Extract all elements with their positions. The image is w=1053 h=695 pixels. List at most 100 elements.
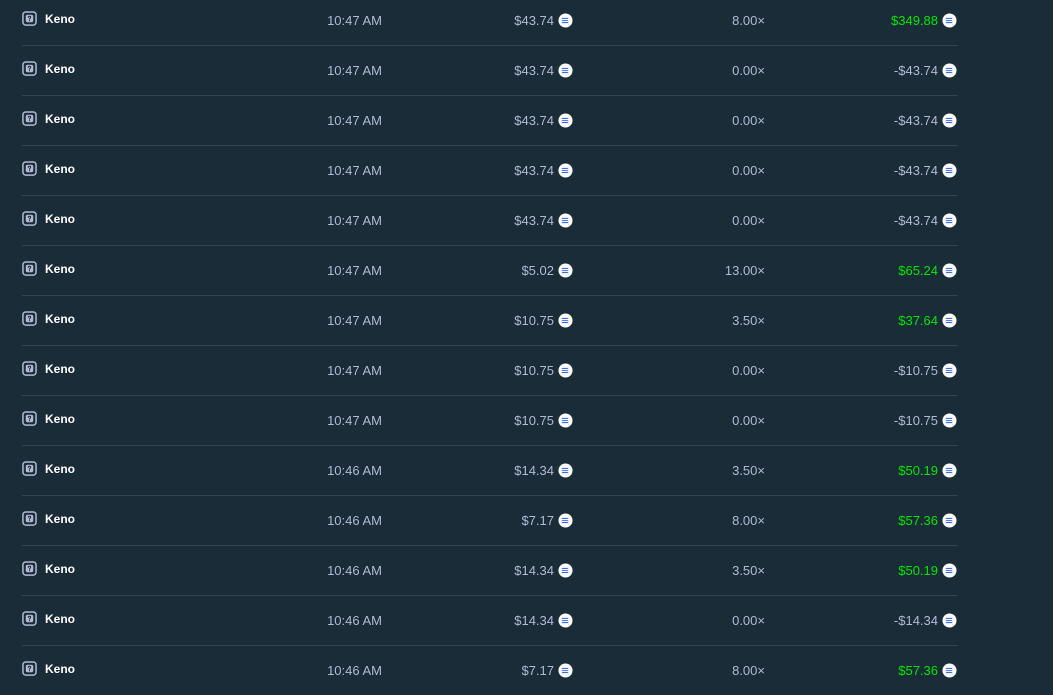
payout-cell: $57.36 [898,646,957,695]
multiplier-cell: 0.00× [732,363,765,378]
coin-icon [558,163,573,178]
multiplier-cell: 0.00× [732,63,765,78]
game-name: Keno [45,61,75,76]
multiplier-cell: 8.00× [732,513,765,528]
game-cell[interactable]: Keno [22,444,75,493]
coin-icon [942,113,957,128]
payout-amount: -$43.74 [893,213,938,228]
table-row[interactable]: Keno 10:47 AM $43.74 0.00× -$43.74 [22,196,958,246]
payout-amount: $50.19 [898,463,938,478]
multiplier-cell: 0.00× [732,213,765,228]
coin-icon [942,63,957,78]
game-name: Keno [45,411,75,426]
keno-icon [22,461,37,476]
payout-cell: $57.36 [898,496,957,545]
payout-amount: -$14.34 [893,613,938,628]
bet-amount: $43.74 [514,13,554,28]
table-row[interactable]: Keno 10:47 AM $10.75 0.00× -$10.75 [22,346,958,396]
time-cell: 10:47 AM [327,363,382,378]
coin-icon [558,13,573,28]
payout-amount: $37.64 [898,313,938,328]
game-name: Keno [45,661,75,676]
game-cell[interactable]: Keno [22,394,75,443]
coin-icon [558,513,573,528]
payout-cell: $50.19 [898,546,957,595]
payout-cell: $349.88 [891,0,957,45]
payout-amount: $349.88 [891,13,938,28]
table-row[interactable]: Keno 10:47 AM $10.75 3.50× $37.64 [22,296,958,346]
game-name: Keno [45,161,75,176]
keno-icon [22,611,37,626]
payout-cell: -$10.75 [894,346,957,395]
time-cell: 10:47 AM [327,163,382,178]
table-row[interactable]: Keno 10:46 AM $14.34 0.00× -$14.34 [22,596,958,646]
bet-amount: $14.34 [514,463,554,478]
bet-amount-cell: $43.74 [514,196,573,245]
multiplier-cell: 0.00× [732,613,765,628]
table-row[interactable]: Keno 10:47 AM $43.74 0.00× -$43.74 [22,146,958,196]
keno-icon [22,311,37,326]
game-cell[interactable]: Keno [22,344,75,393]
game-cell[interactable]: Keno [22,144,75,193]
game-cell[interactable]: Keno [22,244,75,293]
game-cell[interactable]: Keno [22,94,75,143]
game-cell[interactable]: Keno [22,294,75,343]
game-name: Keno [45,261,75,276]
payout-cell: -$43.74 [894,46,957,95]
multiplier-cell: 3.50× [732,563,765,578]
time-cell: 10:46 AM [327,463,382,478]
coin-icon [558,413,573,428]
bet-amount: $10.75 [514,363,554,378]
game-cell[interactable]: Keno [22,544,75,593]
table-row[interactable]: Keno 10:46 AM $14.34 3.50× $50.19 [22,446,958,496]
game-cell[interactable]: Keno [22,44,75,93]
table-row[interactable]: Keno 10:47 AM $43.74 0.00× -$43.74 [22,46,958,96]
payout-amount: -$10.75 [893,363,938,378]
time-cell: 10:46 AM [327,563,382,578]
game-cell[interactable]: Keno [22,594,75,643]
bet-amount-cell: $14.34 [514,446,573,495]
bet-amount: $43.74 [514,163,554,178]
payout-cell: -$14.34 [894,596,957,645]
game-cell[interactable]: Keno [22,494,75,543]
game-cell[interactable]: Keno [22,0,75,43]
payout-cell: $50.19 [898,446,957,495]
table-row[interactable]: Keno 10:47 AM $43.74 0.00× -$43.74 [22,96,958,146]
bet-amount: $10.75 [514,313,554,328]
bet-amount: $14.34 [514,563,554,578]
table-row[interactable]: Keno 10:46 AM $14.34 3.50× $50.19 [22,546,958,596]
bet-amount-cell: $5.02 [521,246,573,295]
bet-amount-cell: $10.75 [514,346,573,395]
bet-amount: $43.74 [514,113,554,128]
coin-icon [942,263,957,278]
payout-cell: -$43.74 [894,96,957,145]
time-cell: 10:47 AM [327,113,382,128]
coin-icon [942,613,957,628]
time-cell: 10:47 AM [327,413,382,428]
coin-icon [942,563,957,578]
time-cell: 10:46 AM [327,663,382,678]
game-cell[interactable]: Keno [22,194,75,243]
time-cell: 10:47 AM [327,313,382,328]
table-row[interactable]: Keno 10:46 AM $7.17 8.00× $57.36 [22,646,958,695]
coin-icon [942,163,957,178]
game-name: Keno [45,611,75,626]
table-row[interactable]: Keno 10:47 AM $43.74 8.00× $349.88 [22,0,958,46]
coin-icon [942,513,957,528]
game-name: Keno [45,11,75,26]
table-row[interactable]: Keno 10:47 AM $10.75 0.00× -$10.75 [22,396,958,446]
time-cell: 10:46 AM [327,613,382,628]
payout-amount: -$43.74 [893,63,938,78]
bet-amount-cell: $43.74 [514,146,573,195]
time-cell: 10:47 AM [327,263,382,278]
multiplier-cell: 3.50× [732,313,765,328]
coin-icon [942,463,957,478]
game-name: Keno [45,211,75,226]
table-row[interactable]: Keno 10:47 AM $5.02 13.00× $65.24 [22,246,958,296]
game-name: Keno [45,361,75,376]
game-cell[interactable]: Keno [22,644,75,693]
multiplier-cell: 8.00× [732,13,765,28]
table-row[interactable]: Keno 10:46 AM $7.17 8.00× $57.36 [22,496,958,546]
multiplier-cell: 8.00× [732,663,765,678]
payout-cell: -$10.75 [894,396,957,445]
